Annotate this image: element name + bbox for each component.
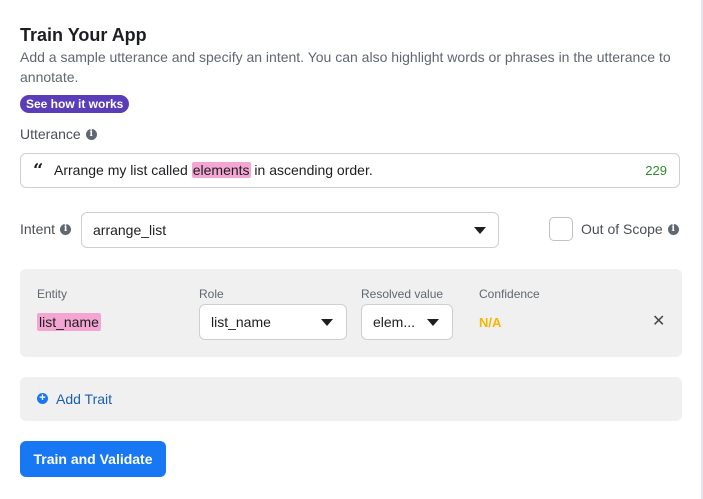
role-column-header: Role — [199, 287, 224, 301]
info-icon[interactable]: i — [60, 223, 72, 235]
entity-column-header: Entity — [37, 287, 68, 301]
utterance-label-row: Utterance i — [20, 126, 97, 142]
resolved-value: elem... — [373, 314, 416, 330]
add-trait-button[interactable]: + Add Trait — [20, 377, 682, 421]
chevron-down-icon — [321, 319, 333, 326]
info-icon[interactable]: i — [85, 128, 97, 140]
utterance-highlight[interactable]: elements — [191, 162, 251, 178]
info-icon[interactable]: i — [667, 223, 679, 235]
confidence-column-header: Confidence — [479, 287, 540, 301]
entity-name[interactable]: list_name — [37, 313, 101, 331]
intent-value: arrange_list — [93, 222, 167, 238]
utterance-input[interactable]: “ Arrange my list called elements in asc… — [20, 153, 680, 188]
out-of-scope-label-row: Out of Scope i — [581, 221, 679, 237]
intent-label-row: Intent i — [20, 221, 72, 237]
role-value: list_name — [211, 314, 271, 330]
utterance-text-before: Arrange my list called — [54, 162, 192, 178]
out-of-scope-checkbox[interactable] — [549, 217, 573, 241]
quote-icon: “ — [33, 160, 44, 181]
utterance-text-after: in ascending order. — [250, 162, 373, 178]
resolved-value-column-header: Resolved value — [361, 287, 444, 301]
train-and-validate-button[interactable]: Train and Validate — [20, 441, 166, 477]
add-trait-label: Add Trait — [56, 391, 113, 407]
page-description: Add a sample utterance and specify an in… — [20, 49, 671, 85]
resolved-value-dropdown[interactable]: elem... — [361, 304, 453, 340]
utterance-char-count: 229 — [645, 163, 667, 178]
page-title: Train Your App — [20, 25, 147, 45]
chevron-down-icon — [474, 227, 486, 234]
utterance-label: Utterance — [20, 126, 81, 142]
intent-dropdown[interactable]: arrange_list — [81, 212, 499, 248]
chevron-down-icon — [427, 319, 439, 326]
out-of-scope-label: Out of Scope — [581, 221, 663, 237]
see-how-it-works-badge[interactable]: See how it works — [20, 95, 130, 113]
intent-label: Intent — [20, 221, 56, 237]
plus-circle-icon: + — [37, 393, 48, 404]
role-dropdown[interactable]: list_name — [199, 304, 347, 340]
utterance-text[interactable]: Arrange my list called elements in ascen… — [54, 162, 373, 178]
entity-panel: Entity Role Resolved value Confidence li… — [20, 269, 682, 357]
close-icon[interactable]: ✕ — [652, 311, 665, 331]
confidence-value: N/A — [479, 315, 502, 330]
